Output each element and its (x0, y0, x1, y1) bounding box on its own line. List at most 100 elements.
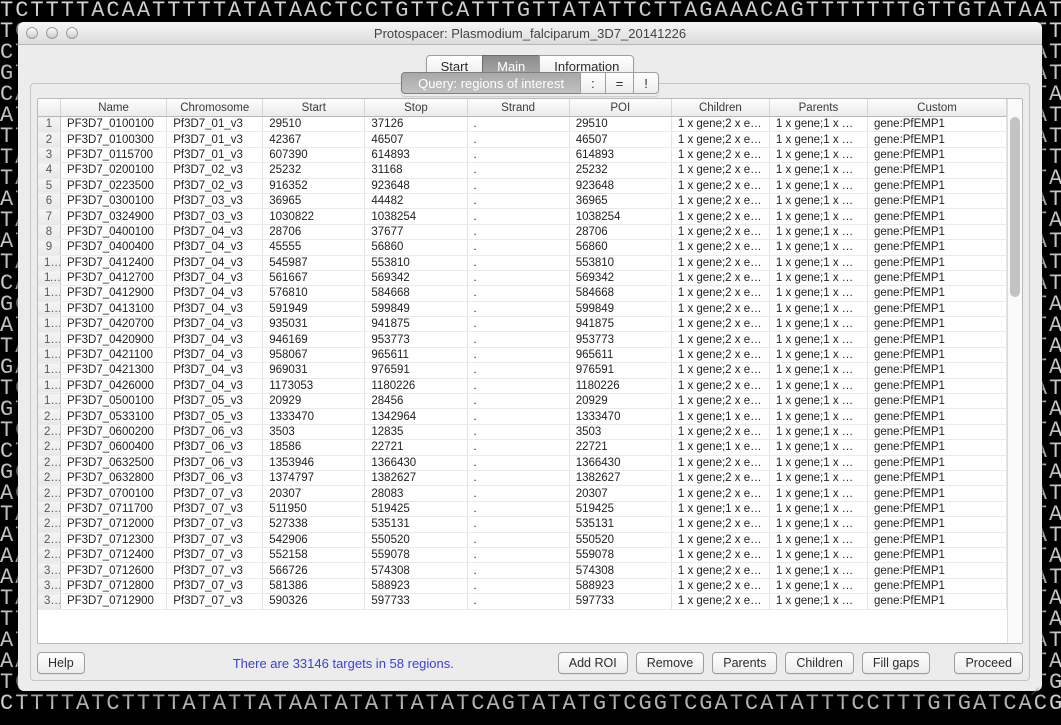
cell-start[interactable]: 552158 (263, 547, 365, 562)
cell-strand[interactable]: . (467, 163, 569, 178)
cell-parents[interactable]: 1 x gene;1 x mr… (769, 578, 867, 593)
cell-name[interactable]: PF3D7_0300100 (60, 193, 166, 208)
cell-parents[interactable]: 1 x gene;1 x mr… (769, 147, 867, 162)
cell-rownum[interactable]: 9 (38, 240, 60, 255)
table-row[interactable]: 11PF3D7_0412700Pf3D7_04_v3561667569342.5… (38, 270, 1007, 285)
cell-stop[interactable]: 1382627 (365, 470, 467, 485)
cell-name[interactable]: PF3D7_0421300 (60, 363, 166, 378)
cell-parents[interactable]: 1 x gene;1 x mr… (769, 255, 867, 270)
table-row[interactable]: 14PF3D7_0420700Pf3D7_04_v3935031941875.9… (38, 317, 1007, 332)
scrollbar-thumb[interactable] (1010, 117, 1020, 297)
col-chromosome[interactable]: Chromosome (167, 99, 263, 117)
cell-rownum[interactable]: 31 (38, 578, 60, 593)
cell-children[interactable]: 1 x gene;2 x ex… (671, 594, 769, 609)
cell-children[interactable]: 1 x gene;2 x ex… (671, 301, 769, 316)
cell-chromosome[interactable]: Pf3D7_04_v3 (167, 240, 263, 255)
cell-chromosome[interactable]: Pf3D7_04_v3 (167, 347, 263, 362)
cell-start[interactable]: 36965 (263, 193, 365, 208)
cell-stop[interactable]: 28083 (365, 486, 467, 501)
col-start[interactable]: Start (263, 99, 365, 117)
close-icon[interactable] (26, 27, 38, 39)
table-row[interactable]: 23PF3D7_0632500Pf3D7_06_v313539461366430… (38, 455, 1007, 470)
table-row[interactable]: 6PF3D7_0300100Pf3D7_03_v33696544482.3696… (38, 193, 1007, 208)
cell-start[interactable]: 42367 (263, 132, 365, 147)
cell-name[interactable]: PF3D7_0712000 (60, 517, 166, 532)
cell-poi[interactable]: 29510 (569, 117, 671, 132)
cell-poi[interactable]: 535131 (569, 517, 671, 532)
cell-custom[interactable]: gene:PfEMP1 (867, 363, 1006, 378)
cell-parents[interactable]: 1 x gene;1 x mr… (769, 270, 867, 285)
cell-name[interactable]: PF3D7_0712900 (60, 594, 166, 609)
cell-children[interactable]: 1 x gene;2 x ex… (671, 547, 769, 562)
cell-stop[interactable]: 1366430 (365, 455, 467, 470)
cell-name[interactable]: PF3D7_0324900 (60, 209, 166, 224)
cell-poi[interactable]: 22721 (569, 440, 671, 455)
col-children[interactable]: Children (671, 99, 769, 117)
col-parents[interactable]: Parents (769, 99, 867, 117)
cell-chromosome[interactable]: Pf3D7_04_v3 (167, 255, 263, 270)
cell-parents[interactable]: 1 x gene;1 x mr… (769, 563, 867, 578)
cell-chromosome[interactable]: Pf3D7_05_v3 (167, 409, 263, 424)
cell-custom[interactable]: gene:PfEMP1 (867, 378, 1006, 393)
cell-custom[interactable]: gene:PfEMP1 (867, 117, 1006, 132)
cell-strand[interactable]: . (467, 117, 569, 132)
cell-custom[interactable]: gene:PfEMP1 (867, 486, 1006, 501)
cell-stop[interactable]: 569342 (365, 270, 467, 285)
cell-children[interactable]: 1 x gene;2 x ex… (671, 163, 769, 178)
cell-children[interactable]: 1 x gene;2 x ex… (671, 347, 769, 362)
cell-strand[interactable]: . (467, 193, 569, 208)
table-row[interactable]: 21PF3D7_0600200Pf3D7_06_v3350312835.3503… (38, 424, 1007, 439)
cell-children[interactable]: 1 x gene;2 x ex… (671, 532, 769, 547)
cell-poi[interactable]: 20929 (569, 394, 671, 409)
cell-chromosome[interactable]: Pf3D7_04_v3 (167, 301, 263, 316)
cell-name[interactable]: PF3D7_0223500 (60, 178, 166, 193)
cell-strand[interactable]: . (467, 578, 569, 593)
table-row[interactable]: 2PF3D7_0100300Pf3D7_01_v34236746507.4650… (38, 132, 1007, 147)
cell-children[interactable]: 1 x gene;2 x ex… (671, 209, 769, 224)
cell-parents[interactable]: 1 x gene;1 x mr… (769, 363, 867, 378)
cell-rownum[interactable]: 7 (38, 209, 60, 224)
cell-chromosome[interactable]: Pf3D7_04_v3 (167, 363, 263, 378)
cell-custom[interactable]: gene:PfEMP1 (867, 517, 1006, 532)
cell-name[interactable]: PF3D7_0412900 (60, 286, 166, 301)
cell-poi[interactable]: 28706 (569, 224, 671, 239)
cell-start[interactable]: 3503 (263, 424, 365, 439)
cell-start[interactable]: 1353946 (263, 455, 365, 470)
cell-name[interactable]: PF3D7_0413100 (60, 301, 166, 316)
query-bang-button[interactable]: ! (633, 72, 659, 94)
table-scrollbar[interactable] (1007, 99, 1022, 643)
query-colon-button[interactable]: : (580, 72, 606, 94)
minimize-icon[interactable] (46, 27, 58, 39)
cell-rownum[interactable]: 14 (38, 317, 60, 332)
cell-poi[interactable]: 20307 (569, 486, 671, 501)
cell-rownum[interactable]: 15 (38, 332, 60, 347)
parents-button[interactable]: Parents (712, 652, 777, 674)
cell-rownum[interactable]: 12 (38, 286, 60, 301)
cell-start[interactable]: 581386 (263, 578, 365, 593)
cell-chromosome[interactable]: Pf3D7_06_v3 (167, 455, 263, 470)
cell-rownum[interactable]: 20 (38, 409, 60, 424)
cell-start[interactable]: 18586 (263, 440, 365, 455)
cell-start[interactable]: 561667 (263, 270, 365, 285)
cell-name[interactable]: PF3D7_0600200 (60, 424, 166, 439)
cell-custom[interactable]: gene:PfEMP1 (867, 532, 1006, 547)
cell-parents[interactable]: 1 x gene;1 x mr… (769, 594, 867, 609)
cell-name[interactable]: PF3D7_0400400 (60, 240, 166, 255)
cell-name[interactable]: PF3D7_0420900 (60, 332, 166, 347)
cell-name[interactable]: PF3D7_0115700 (60, 147, 166, 162)
cell-children[interactable]: 1 x gene;2 x ex… (671, 394, 769, 409)
cell-rownum[interactable]: 10 (38, 255, 60, 270)
cell-name[interactable]: PF3D7_0712800 (60, 578, 166, 593)
cell-chromosome[interactable]: Pf3D7_04_v3 (167, 378, 263, 393)
cell-children[interactable]: 1 x gene;2 x ex… (671, 424, 769, 439)
cell-chromosome[interactable]: Pf3D7_01_v3 (167, 117, 263, 132)
cell-start[interactable]: 542906 (263, 532, 365, 547)
table-row[interactable]: 32PF3D7_0712900Pf3D7_07_v3590326597733.5… (38, 594, 1007, 609)
cell-stop[interactable]: 923648 (365, 178, 467, 193)
cell-stop[interactable]: 1038254 (365, 209, 467, 224)
cell-stop[interactable]: 37126 (365, 117, 467, 132)
cell-parents[interactable]: 1 x gene;1 x mr… (769, 347, 867, 362)
cell-start[interactable]: 1374797 (263, 470, 365, 485)
cell-children[interactable]: 1 x gene;1 x ex… (671, 440, 769, 455)
cell-stop[interactable]: 28456 (365, 394, 467, 409)
